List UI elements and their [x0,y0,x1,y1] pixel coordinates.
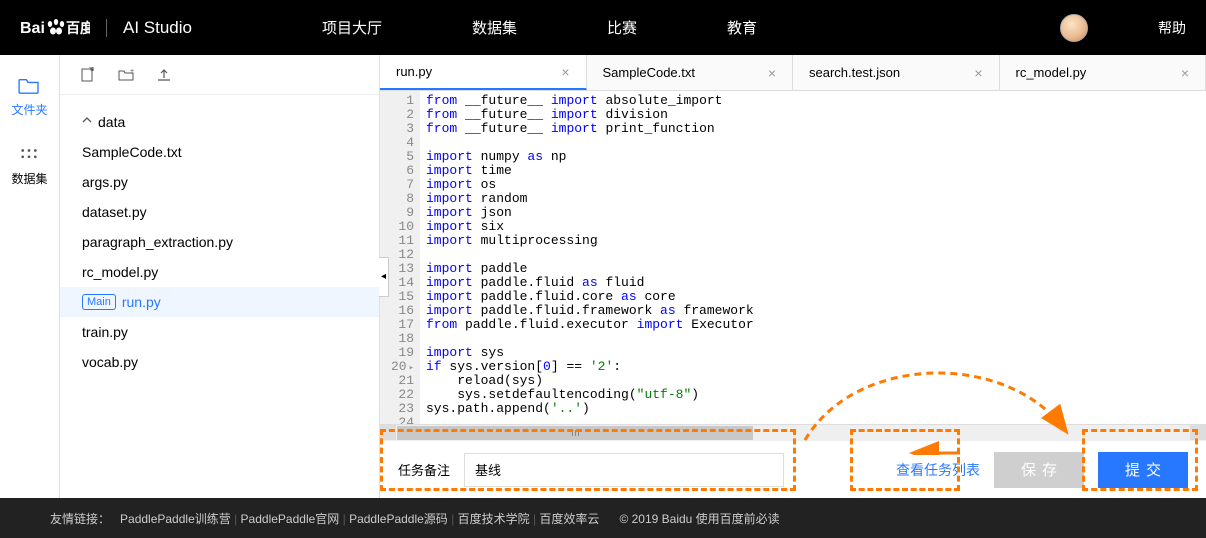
help-link[interactable]: 帮助 [1158,18,1186,38]
file-tree: data SampleCode.txt args.py dataset.py para… [60,95,379,389]
folder-label: data [98,114,125,130]
file-name-label: rc_model.py [82,264,158,280]
tab-label: search.test.json [809,65,900,80]
tree-item[interactable]: train.py [60,317,379,347]
close-icon[interactable]: × [768,65,776,81]
tree-folder-data[interactable]: data [60,107,379,137]
svg-text:Bai: Bai [20,20,45,37]
nav-right: 帮助 [1060,14,1186,42]
code-content[interactable]: from __future__ import absolute_importfr… [420,91,760,424]
main: 文件夹 数据集 + + data SampleCode.txtargs.pyda… [0,55,1206,498]
tab-label: SampleCode.txt [603,65,696,80]
tree-item[interactable]: rc_model.py [60,257,379,287]
save-button[interactable]: 保存 [994,452,1084,488]
new-file-icon[interactable]: + [80,67,96,83]
rail-label: 数据集 [11,170,47,187]
file-name-label: train.py [82,324,128,340]
editor-body[interactable]: 123456789101112131415161718192021222324 … [380,91,1206,424]
tree-item[interactable]: SampleCode.txt [60,137,379,167]
file-toolbar: + + [60,55,379,95]
file-name-label: dataset.py [82,204,147,220]
side-rail: 文件夹 数据集 [0,55,60,498]
footer-link[interactable]: 百度效率云 [539,512,599,526]
task-note-input[interactable] [464,453,784,487]
svg-text:+: + [130,68,134,75]
rail-item-datasets[interactable]: 数据集 [11,146,47,187]
editor-tab[interactable]: rc_model.py × [1000,55,1206,90]
file-name-label: vocab.py [82,354,138,370]
tree-item[interactable]: paragraph_extraction.py [60,227,379,257]
editor-tab[interactable]: run.py × [380,55,587,90]
file-name-label: paragraph_extraction.py [82,234,233,250]
folder-icon [18,77,40,95]
brand-sub: AI Studio [123,18,192,38]
editor-area: run.py×SampleCode.txt×search.test.json×r… [380,55,1206,498]
footer-link[interactable]: 百度技术学院 [458,512,530,526]
file-panel: + + data SampleCode.txt args.py dataset.py… [60,55,380,498]
new-folder-icon[interactable]: + [118,67,134,83]
editor-tab[interactable]: search.test.json × [793,55,1000,90]
nav-item-lobby[interactable]: 项目大厅 [322,17,382,38]
tab-label: run.py [396,64,432,79]
avatar[interactable] [1060,14,1088,42]
nav-item-competition[interactable]: 比赛 [607,17,637,38]
chevron-down-icon [82,117,92,127]
nav-menu: 项目大厅 数据集 比赛 教育 [322,17,757,38]
dataset-icon [18,146,40,164]
file-name-label: run.py [122,294,161,310]
view-task-list-link[interactable]: 查看任务列表 [896,460,980,480]
editor-tab[interactable]: SampleCode.txt × [587,55,794,90]
footer-link[interactable]: PaddlePaddle源码 [349,512,448,526]
close-icon[interactable]: × [1181,65,1189,81]
tree-item[interactable]: Main run.py [60,287,379,317]
task-label: 任务备注 [398,460,450,479]
logo-area[interactable]: Bai 百度 AI Studio [20,16,192,40]
tree-item[interactable]: args.py [60,167,379,197]
svg-text:+: + [90,67,94,74]
tab-label: rc_model.py [1016,65,1087,80]
footer: 友情链接： PaddlePaddle训练营 | PaddlePaddle官网 |… [0,498,1206,538]
file-name-label: args.py [82,174,128,190]
close-icon[interactable]: × [974,65,982,81]
footer-title: 友情链接： [50,510,110,527]
editor-tabs: run.py×SampleCode.txt×search.test.json×r… [380,55,1206,91]
file-name-label: SampleCode.txt [82,144,182,160]
svg-text:百度: 百度 [66,20,90,36]
tree-item[interactable]: vocab.py [60,347,379,377]
topbar: Bai 百度 AI Studio 项目大厅 数据集 比赛 教育 帮助 [0,0,1206,55]
main-badge: Main [82,294,116,310]
close-icon[interactable]: × [561,64,569,80]
footer-copyright: © 2019 Baidu 使用百度前必读 [619,510,779,527]
footer-link[interactable]: PaddlePaddle训练营 [120,512,231,526]
footer-link[interactable]: PaddlePaddle官网 [241,512,340,526]
collapse-handle[interactable]: ◂ [379,257,389,297]
nav-item-education[interactable]: 教育 [727,17,757,38]
task-bottom-bar: 任务备注 查看任务列表 保存 提交 [380,440,1206,498]
rail-label: 文件夹 [11,101,47,118]
horizontal-scrollbar[interactable] [380,424,1206,440]
baidu-logo: Bai 百度 [20,16,90,40]
nav-item-dataset[interactable]: 数据集 [472,17,517,38]
upload-icon[interactable] [156,67,172,83]
tree-item[interactable]: dataset.py [60,197,379,227]
rail-item-files[interactable]: 文件夹 [11,77,47,118]
submit-button[interactable]: 提交 [1098,452,1188,488]
logo-divider [106,19,107,37]
